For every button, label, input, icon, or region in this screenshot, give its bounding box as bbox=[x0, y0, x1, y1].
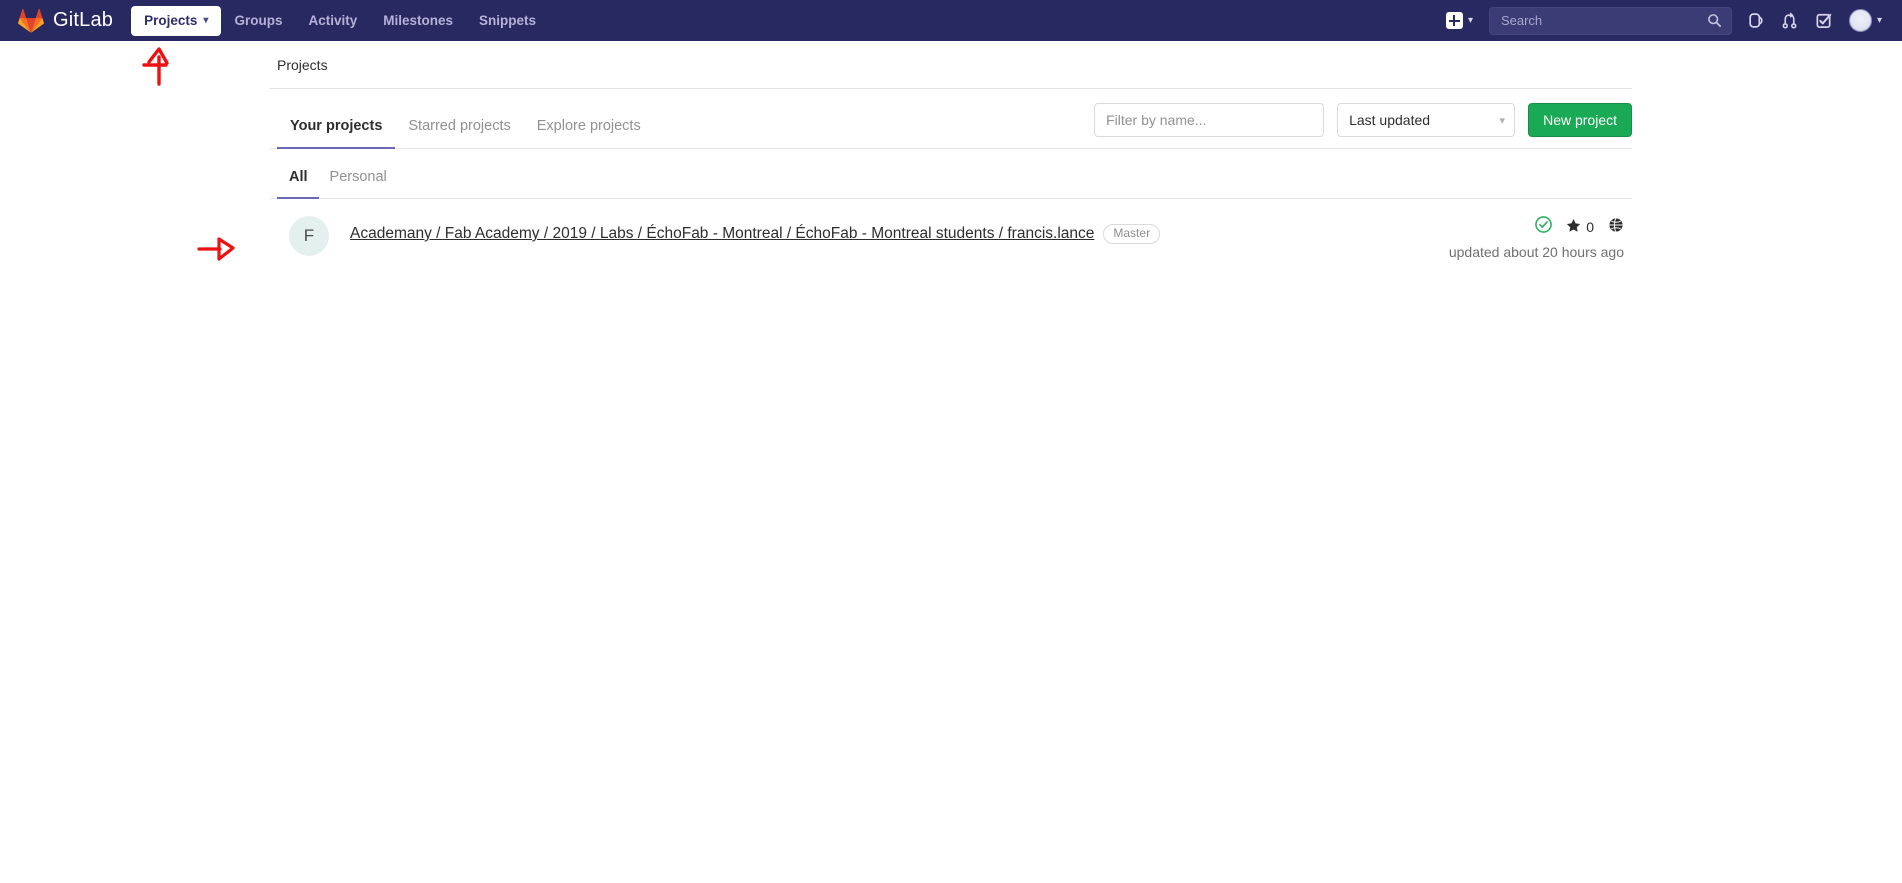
sort-dropdown-value: Last updated bbox=[1349, 112, 1431, 128]
chevron-down-icon: ▾ bbox=[1467, 15, 1473, 26]
navbar-right: ▾ Search ▾ bbox=[1440, 5, 1888, 36]
search-input[interactable] bbox=[1500, 13, 1707, 28]
arrow-right-annotation bbox=[196, 236, 238, 267]
tab-starred-projects[interactable]: Starred projects bbox=[395, 118, 523, 149]
project-meta: 0 updated about 20 hours ago bbox=[1449, 215, 1624, 260]
primary-nav: Projects ▾ Groups Activity Milestones Sn… bbox=[131, 5, 549, 36]
avatar: F bbox=[289, 216, 329, 256]
brand-name: GitLab bbox=[53, 9, 114, 31]
tab-explore-projects[interactable]: Explore projects bbox=[524, 118, 654, 149]
filter-by-name-input[interactable] bbox=[1094, 103, 1325, 137]
globe-icon bbox=[1608, 217, 1624, 238]
project-updated-text: updated about 20 hours ago bbox=[1448, 244, 1624, 260]
project-list: F Academany / Fab Academy / 2019 / Labs … bbox=[270, 199, 1632, 280]
nav-item-projects-label: Projects bbox=[144, 12, 198, 28]
page-container: Projects Your projects Starred projects … bbox=[260, 41, 1642, 280]
chevron-down-icon: ▾ bbox=[1876, 15, 1882, 26]
subtab-all[interactable]: All bbox=[277, 169, 319, 199]
nav-item-snippets[interactable]: Snippets bbox=[466, 6, 549, 36]
projects-controls: Last updated ▾ New project bbox=[1094, 103, 1632, 148]
projects-subtabs: All Personal bbox=[270, 149, 1632, 199]
projects-tabs: Your projects Starred projects Explore p… bbox=[277, 89, 654, 149]
nav-item-projects[interactable]: Projects ▾ bbox=[131, 5, 222, 36]
issues-icon[interactable] bbox=[1739, 6, 1773, 36]
avatar bbox=[1848, 9, 1872, 32]
chevron-down-icon: ▾ bbox=[203, 14, 209, 26]
pipeline-passed-icon[interactable] bbox=[1535, 216, 1553, 238]
gitlab-home-link[interactable]: GitLab bbox=[18, 8, 113, 33]
projects-tabs-row: Your projects Starred projects Explore p… bbox=[270, 89, 1632, 149]
merge-requests-icon[interactable] bbox=[1773, 6, 1807, 36]
project-path-link[interactable]: Academany / Fab Academy / 2019 / Labs / … bbox=[350, 225, 1094, 243]
arrow-up-annotation bbox=[137, 43, 183, 94]
nav-item-milestones[interactable]: Milestones bbox=[370, 6, 466, 36]
sort-dropdown[interactable]: Last updated ▾ bbox=[1337, 103, 1516, 137]
status-badge: Master bbox=[1103, 224, 1161, 244]
top-navbar: GitLab Projects ▾ Groups Activity Milest… bbox=[0, 0, 1902, 41]
project-meta-icons: 0 bbox=[1449, 216, 1624, 238]
nav-item-groups[interactable]: Groups bbox=[221, 6, 295, 36]
gitlab-tanuki-logo bbox=[18, 8, 44, 33]
todos-icon[interactable] bbox=[1807, 6, 1841, 36]
create-new-button[interactable]: ▾ bbox=[1440, 7, 1481, 34]
star-count[interactable]: 0 bbox=[1566, 218, 1594, 236]
table-row[interactable]: F Academany / Fab Academy / 2019 / Labs … bbox=[277, 199, 1632, 280]
tab-your-projects[interactable]: Your projects bbox=[277, 118, 396, 149]
search-icon[interactable] bbox=[1707, 13, 1723, 29]
project-identity: Academany / Fab Academy / 2019 / Labs / … bbox=[350, 215, 1449, 244]
chevron-down-icon: ▾ bbox=[1499, 114, 1506, 127]
new-project-button[interactable]: New project bbox=[1528, 103, 1632, 137]
subtab-personal[interactable]: Personal bbox=[319, 169, 398, 199]
star-count-value: 0 bbox=[1586, 219, 1594, 235]
breadcrumb-text: Projects bbox=[277, 56, 328, 73]
nav-item-activity[interactable]: Activity bbox=[295, 6, 370, 36]
star-icon bbox=[1566, 218, 1581, 236]
plus-square-icon bbox=[1445, 12, 1463, 29]
breadcrumb: Projects bbox=[270, 41, 1632, 89]
search-box[interactable] bbox=[1488, 6, 1732, 35]
user-menu-button[interactable]: ▾ bbox=[1841, 5, 1888, 36]
